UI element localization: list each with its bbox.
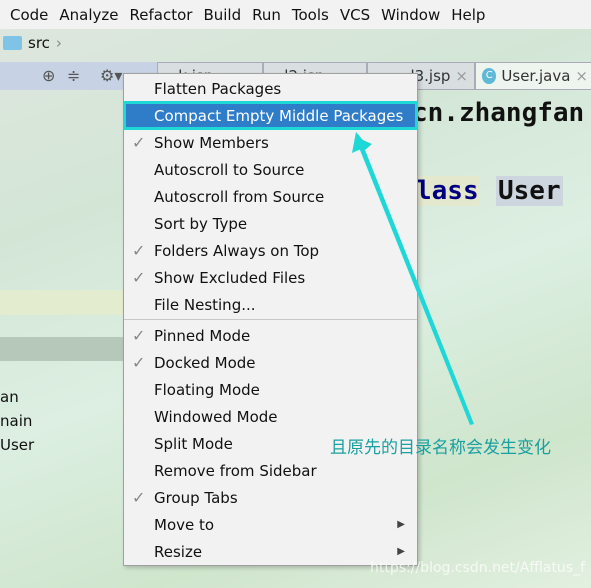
arrow-shape xyxy=(356,137,474,425)
annotation-arrow xyxy=(352,132,474,425)
watermark: https://blog.csdn.net/Afflatus_f xyxy=(370,560,586,576)
annotation-text: 且原先的目录名称会发生变化 xyxy=(330,438,551,458)
